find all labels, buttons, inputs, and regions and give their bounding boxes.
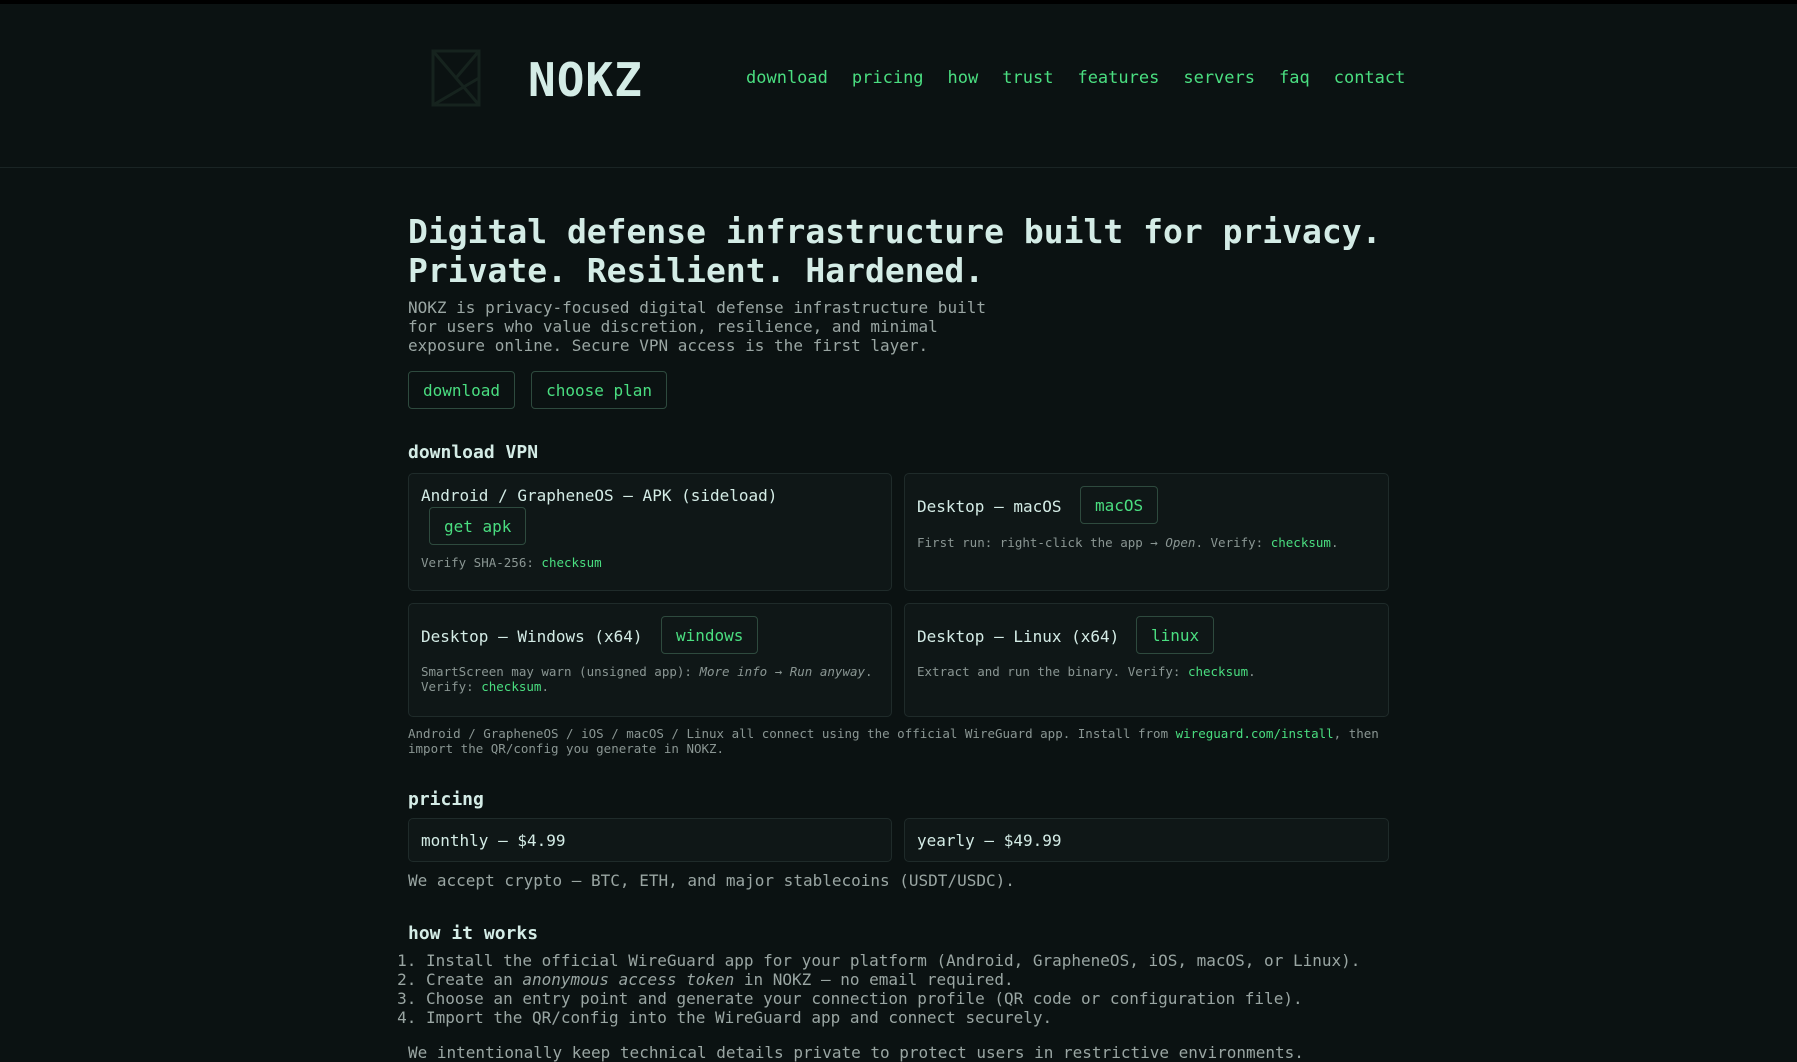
footnote-text: Android / GrapheneOS / iOS / macOS / Lin… <box>408 726 1176 741</box>
download-section-title: download VPN <box>408 442 539 463</box>
android-card-title: Android / GrapheneOS — APK (sideload) <box>421 486 778 505</box>
step-item: Install the official WireGuard app for y… <box>426 951 1360 970</box>
wireguard-footnote: Android / GrapheneOS / iOS / macOS / Lin… <box>408 726 1389 756</box>
android-verify-text: Verify SHA-256: <box>421 555 542 570</box>
android-checksum-link[interactable]: checksum <box>541 555 601 570</box>
monthly-plan-card[interactable]: monthly — $4.99 <box>408 818 892 862</box>
hero-title-line1: Digital defense infrastructure built for… <box>408 212 1382 251</box>
android-download-card: Android / GrapheneOS — APK (sideload) ge… <box>408 473 892 591</box>
yearly-plan-label: yearly — $49.99 <box>917 831 1062 850</box>
windows-note-text: SmartScreen may warn (unsigned app): <box>421 664 700 679</box>
macos-note-emphasis: Open <box>1165 535 1196 550</box>
linux-checksum-link[interactable]: checksum <box>1188 664 1248 679</box>
android-verify-note: Verify SHA-256: checksum <box>421 555 602 570</box>
windows-button[interactable]: windows <box>661 616 759 654</box>
site-header: NOKZ download pricing how trust features… <box>0 4 1797 168</box>
main-nav: download pricing how trust features serv… <box>746 66 1405 90</box>
macos-download-card: Desktop — macOS macOS First run: right-c… <box>904 473 1389 591</box>
windows-card-title: Desktop — Windows (x64) <box>421 627 643 646</box>
step2-suffix: in NOKZ — no email required. <box>734 970 1014 989</box>
how-section-title: how it works <box>408 923 539 944</box>
windows-note-suffix: . <box>541 679 549 694</box>
choose-plan-button[interactable]: choose plan <box>531 371 668 409</box>
macos-note-mid: . Verify: <box>1195 535 1271 550</box>
nav-features[interactable]: features <box>1077 66 1159 90</box>
windows-checksum-link[interactable]: checksum <box>481 679 541 694</box>
macos-card-title: Desktop — macOS <box>917 497 1062 516</box>
pricing-section-title: pricing <box>408 789 484 810</box>
linux-note-text: Extract and run the binary. Verify: <box>917 664 1188 679</box>
macos-note-suffix: . <box>1330 535 1339 550</box>
step-item: Import the QR/config into the WireGuard … <box>426 1008 1360 1027</box>
nav-faq[interactable]: faq <box>1279 66 1310 90</box>
how-steps-list: Install the official WireGuard app for y… <box>408 951 1360 1027</box>
linux-card-title: Desktop — Linux (x64) <box>917 627 1120 646</box>
windows-verify-note: SmartScreen may warn (unsigned app): Mor… <box>421 664 881 694</box>
get-apk-button[interactable]: get apk <box>429 507 527 545</box>
step-item: Choose an entry point and generate your … <box>426 989 1360 1008</box>
macos-button[interactable]: macOS <box>1080 486 1159 524</box>
linux-button[interactable]: linux <box>1136 616 1215 654</box>
logo-icon[interactable] <box>430 48 482 108</box>
nav-pricing[interactable]: pricing <box>852 66 924 90</box>
privacy-note: We intentionally keep technical details … <box>408 1043 1304 1062</box>
linux-download-card: Desktop — Linux (x64) linux Extract and … <box>904 603 1389 717</box>
nav-contact[interactable]: contact <box>1334 66 1406 90</box>
macos-note-text: First run: right-click the app → <box>917 535 1166 550</box>
brand-name[interactable]: NOKZ <box>528 52 643 108</box>
yearly-plan-card[interactable]: yearly — $49.99 <box>904 818 1389 862</box>
hero-intro: NOKZ is privacy-focused digital defense … <box>408 298 986 355</box>
linux-verify-note: Extract and run the binary. Verify: chec… <box>917 664 1256 679</box>
macos-checksum-link[interactable]: checksum <box>1271 535 1331 550</box>
monthly-plan-label: monthly — $4.99 <box>421 831 566 850</box>
step-item: Create an anonymous access token in NOKZ… <box>426 970 1360 989</box>
hero-title-line2: Private. Resilient. Hardened. <box>408 251 985 290</box>
windows-note-emphasis: More info → Run anyway <box>699 664 866 679</box>
step2-text: Create an <box>426 970 523 989</box>
nav-servers[interactable]: servers <box>1183 66 1255 90</box>
download-button[interactable]: download <box>408 371 516 409</box>
windows-note-mid: . <box>865 664 873 679</box>
step2-emphasis: anonymous access token <box>522 970 735 989</box>
macos-verify-note: First run: right-click the app → Open. V… <box>917 535 1338 550</box>
hero-cta-row: download choose plan <box>408 371 668 409</box>
crypto-payment-note: We accept crypto — BTC, ETH, and major s… <box>408 871 1015 890</box>
hero-title: Digital defense infrastructure built for… <box>408 212 1382 290</box>
nav-how[interactable]: how <box>948 66 979 90</box>
nav-trust[interactable]: trust <box>1002 66 1053 90</box>
nav-download[interactable]: download <box>746 66 828 90</box>
linux-note-suffix: . <box>1248 664 1256 679</box>
windows-download-card: Desktop — Windows (x64) windows SmartScr… <box>408 603 892 717</box>
windows-note-verify: Verify: <box>421 679 482 694</box>
wireguard-install-link[interactable]: wireguard.com/install <box>1176 726 1334 741</box>
